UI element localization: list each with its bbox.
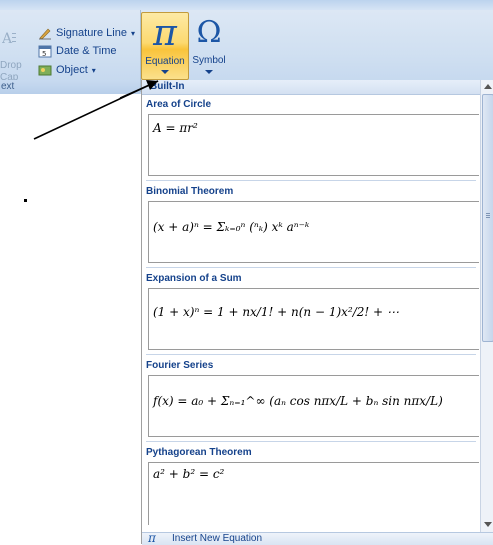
stray-dot	[24, 199, 27, 202]
annotation-arrow	[33, 80, 159, 140]
